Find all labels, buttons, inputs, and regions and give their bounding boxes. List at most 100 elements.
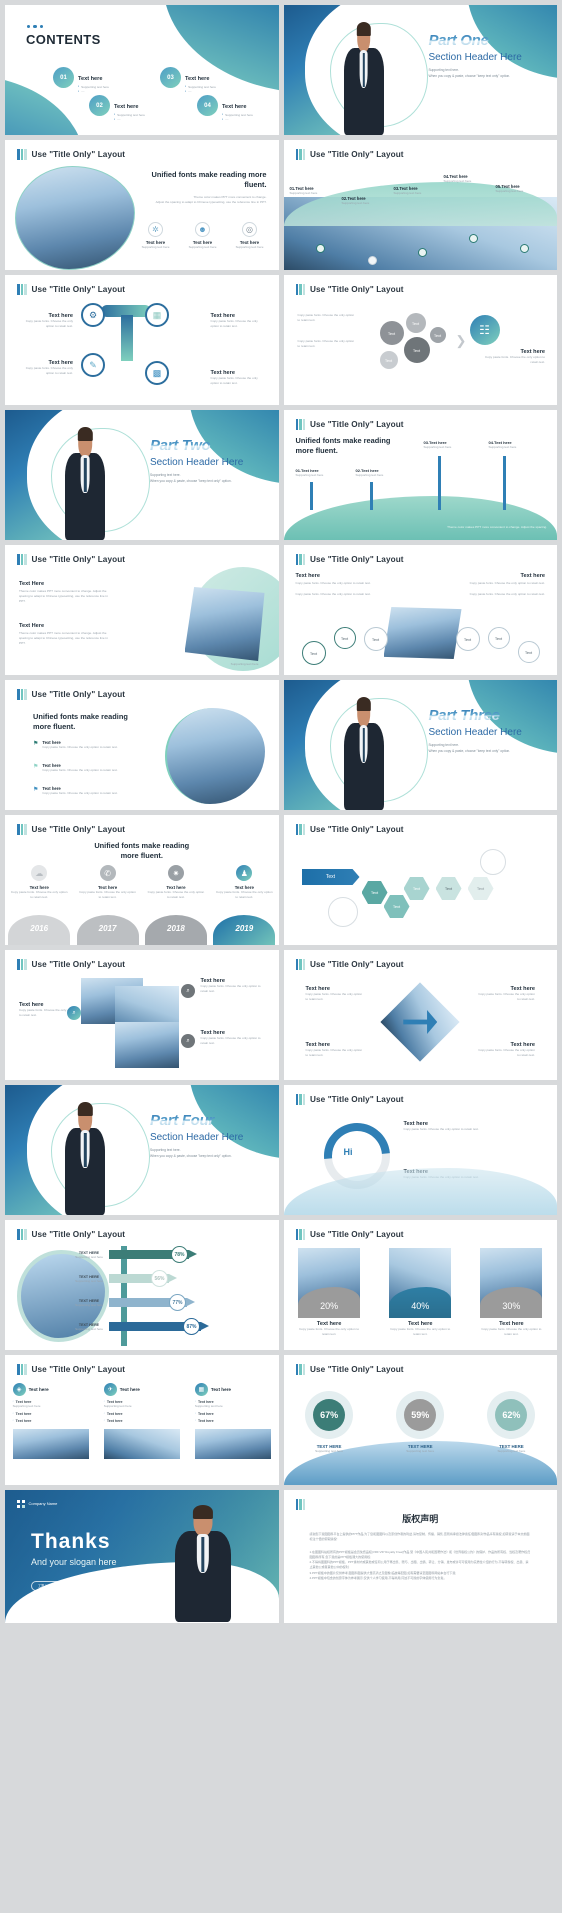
search-icon-3[interactable]: ⌕	[181, 1034, 195, 1048]
quad-1[interactable]: Text here Copy paste fonts. Choose the o…	[306, 986, 364, 1002]
quad-2[interactable]: Text here Copy paste fonts. Choose the o…	[477, 986, 535, 1002]
timeline-col-4[interactable]: ♟ Text here Copy paste fonts. Choose the…	[215, 865, 273, 900]
icon-card-1[interactable]: ✲ Text here Supporting text here	[135, 222, 177, 250]
slide-part-two[interactable]: Part Two Section Header Here Supporting …	[5, 410, 279, 540]
slide-four-markers[interactable]: Use "Title Only" Layout Unified fonts ma…	[283, 410, 557, 540]
search-icon-1[interactable]: ⌕	[67, 1006, 81, 1020]
node-icon-3[interactable]: ✎	[81, 353, 105, 377]
slide-pinwheel[interactable]: Use "Title Only" Layout Text here Copy p…	[283, 950, 557, 1080]
donut-item-2[interactable]: 59% TEXT HERE Supporting text here	[385, 1391, 455, 1454]
hex-5[interactable]: Text	[435, 877, 462, 900]
hex-4[interactable]: Text	[403, 877, 430, 900]
slide-photo-percentages[interactable]: Use "Title Only" Layout 20% Text here Co…	[283, 1220, 557, 1350]
donut-item-1[interactable]: 67% TEXT HERE Supporting text here	[294, 1391, 364, 1454]
contents-item-04[interactable]: 04 Text here ▪ Supporting text here ▪ ----	[197, 95, 253, 121]
text-block-2[interactable]: Text Here Theme color makes PPT more con…	[19, 623, 115, 645]
photo-card-1[interactable]: 20% Text here Copy paste fonts. Choose t…	[298, 1248, 361, 1337]
hex-3[interactable]: Text	[383, 895, 410, 918]
right-column[interactable]: Text here Copy paste fonts. Choose the o…	[465, 573, 545, 597]
node-text-2[interactable]: Text here Copy paste fonts. Choose the o…	[211, 313, 267, 329]
slide-copyright[interactable]: 版权声明 感谢您下载图图科平台上提供的PPT作品,为了您和图图科以及原创作者的利…	[283, 1490, 557, 1623]
bullet-3[interactable]: ⚑ Text here Copy paste fonts. Choose the…	[33, 786, 129, 796]
left-column[interactable]: Text here Copy paste fonts. Choose the o…	[296, 573, 376, 597]
slide-donut-percentages[interactable]: Use "Title Only" Layout 67% TEXT HERE Su…	[283, 1355, 557, 1485]
icon-card-2[interactable]: ☻ Text here Supporting text here	[182, 222, 224, 250]
node-icon-2[interactable]: ▦	[145, 303, 169, 327]
node-icon-1[interactable]: ⚙	[81, 303, 105, 327]
step-4[interactable]: 04.Text here Supporting text here	[444, 174, 496, 184]
circle-node-1[interactable]: Text	[301, 641, 326, 665]
contents-item-03[interactable]: 03 Text here ▪ Supporting text here ▪ ----	[160, 67, 216, 93]
slide-contents[interactable]: CONTENTS 01 Text here ▪ Supporting text h…	[5, 5, 279, 135]
photo-card-3[interactable]: 30% Text here Copy paste fonts. Choose t…	[480, 1248, 543, 1337]
bubble-2[interactable]: Text	[405, 313, 426, 333]
slide-part-three[interactable]: Part Three Section Header Here Supportin…	[283, 680, 557, 810]
node-text-1[interactable]: Text here Copy paste fonts. Choose the o…	[17, 313, 73, 329]
slide-bubble-cluster[interactable]: Use "Title Only" Layout Copy paste fonts…	[283, 275, 557, 405]
step-node-2[interactable]	[367, 256, 377, 265]
slide-part-one[interactable]: Part One Section Header Here Supporting …	[283, 5, 557, 135]
slide-ring-cycle[interactable]: Use "Title Only" Layout Hi Text here Cop…	[283, 1085, 557, 1215]
photo-card-2[interactable]: 40% Text here Copy paste fonts. Choose t…	[389, 1248, 452, 1337]
marker-2[interactable]: 02.Text here Supporting text here	[356, 468, 412, 478]
entry-2[interactable]: Text here Copy paste fonts. Choose the o…	[201, 978, 267, 994]
slide-bar-percentages[interactable]: Use "Title Only" Layout TEXT HERE Suppor…	[5, 1220, 279, 1350]
quad-4[interactable]: Text here Copy paste fonts. Choose the o…	[477, 1042, 535, 1058]
bubble-1[interactable]: Text	[379, 321, 404, 345]
slide-icons-three[interactable]: Use "Title Only" Layout Unified fonts ma…	[5, 140, 279, 270]
contents-item-02[interactable]: 02 Text here ▪ Supporting text here ▪ ----	[89, 95, 145, 121]
checklist-col-3[interactable]: ▦ Text here ◦ Text here Supporting text he…	[194, 1383, 271, 1459]
step-node-5[interactable]	[519, 244, 529, 253]
donut-item-3[interactable]: 62% TEXT HERE Supporting text here	[476, 1391, 546, 1454]
hex-6[interactable]: Text	[467, 877, 494, 900]
bar-row-1[interactable]: TEXT HERE Supporting text here 78%	[75, 1246, 197, 1263]
bullet-1[interactable]: ⚑ Text here Copy paste fonts. Choose the…	[33, 740, 129, 750]
circle-node-4[interactable]: Text	[455, 627, 480, 651]
node-icon-4[interactable]: ▩	[145, 361, 169, 385]
step-node-3[interactable]	[417, 248, 427, 257]
bubble-3[interactable]: Text	[403, 337, 430, 363]
circle-node-3[interactable]: Text	[363, 627, 388, 651]
bar-row-3[interactable]: TEXT HERE Supporting text here 77%	[75, 1294, 195, 1311]
node-text-4[interactable]: Text here Copy paste fonts. Choose the o…	[211, 370, 267, 386]
bubble-4[interactable]: Text	[379, 351, 398, 369]
marker-4[interactable]: 04.Text here Supporting text here	[489, 440, 545, 450]
marker-3[interactable]: 03.Text here Supporting text here	[424, 440, 480, 450]
circle-node-6[interactable]: Text	[517, 641, 540, 663]
slide-checklist-photos[interactable]: Use "Title Only" Layout ◈ Text here ◦ Tex…	[5, 1355, 279, 1485]
circle-node-2[interactable]: Text	[333, 627, 356, 649]
bubble-5[interactable]: Text	[429, 327, 446, 343]
marker-1[interactable]: 01.Text here Supporting text here	[296, 468, 352, 478]
entry-3[interactable]: Text here Copy paste fonts. Choose the o…	[201, 1030, 267, 1046]
slide-photo-grid-2[interactable]: Use "Title Only" Layout Text here Copy p…	[5, 950, 279, 1080]
slide-thanks[interactable]: Company Name Thanks And your slogan here…	[5, 1490, 279, 1623]
hex-1[interactable]: Text	[301, 869, 360, 885]
quad-3[interactable]: Text here Copy paste fonts. Choose the o…	[306, 1042, 364, 1058]
timeline-col-2[interactable]: ✆ Text here Copy paste fonts. Choose the…	[79, 865, 137, 900]
bar-row-2[interactable]: TEXT HERE Supporting text here 56%	[75, 1270, 177, 1287]
node-text-3[interactable]: Text here Copy paste fonts. Choose the o…	[17, 360, 73, 376]
hex-2[interactable]: Text	[361, 881, 388, 904]
slide-bullets-photo[interactable]: Use "Title Only" Layout Unified fonts ma…	[5, 680, 279, 810]
search-icon-2[interactable]: ⌕	[181, 984, 195, 998]
step-3[interactable]: 03.Text here Supporting text here	[394, 186, 446, 196]
circle-node-5[interactable]: Text	[487, 627, 510, 649]
step-1[interactable]: 01.Text here Supporting text here	[290, 186, 342, 196]
slide-part-four[interactable]: Part Four Section Header Here Supporting…	[5, 1085, 279, 1215]
slide-seven-circles[interactable]: Use "Title Only" Layout Text here Copy p…	[283, 545, 557, 675]
slide-four-nodes[interactable]: Use "Title Only" Layout Text here Copy p…	[5, 275, 279, 405]
checklist-col-1[interactable]: ◈ Text here ◦ Text here Supporting text he…	[12, 1383, 89, 1459]
icon-card-3[interactable]: ◎ Text here Supporting text here	[229, 222, 271, 250]
slide-circle-photo[interactable]: Use "Title Only" Layout Text Here Theme …	[5, 545, 279, 675]
step-2[interactable]: 02.Text here Supporting text here	[342, 196, 394, 206]
checklist-col-2[interactable]: ✈ Text here ◦ Text here Supporting text he…	[103, 1383, 180, 1459]
step-node-1[interactable]	[315, 244, 325, 253]
text-block-1[interactable]: Text Here Theme color makes PPT more con…	[19, 581, 115, 603]
bullet-2[interactable]: ⚑ Text here Copy paste fonts. Choose the…	[33, 763, 129, 773]
slide-hex-flow[interactable]: Use "Title Only" Layout Text Text Text T…	[283, 815, 557, 945]
step-node-4[interactable]	[468, 234, 478, 243]
timeline-col-3[interactable]: ✷ Text here Copy paste fonts. Choose the…	[147, 865, 205, 900]
contents-item-01[interactable]: 01 Text here ▪ Supporting text here ▪ ----	[53, 67, 109, 93]
ring-entry-1[interactable]: Text here Copy paste fonts. Choose the o…	[404, 1121, 500, 1132]
timeline-col-1[interactable]: ☁ Text here Copy paste fonts. Choose the…	[10, 865, 68, 900]
